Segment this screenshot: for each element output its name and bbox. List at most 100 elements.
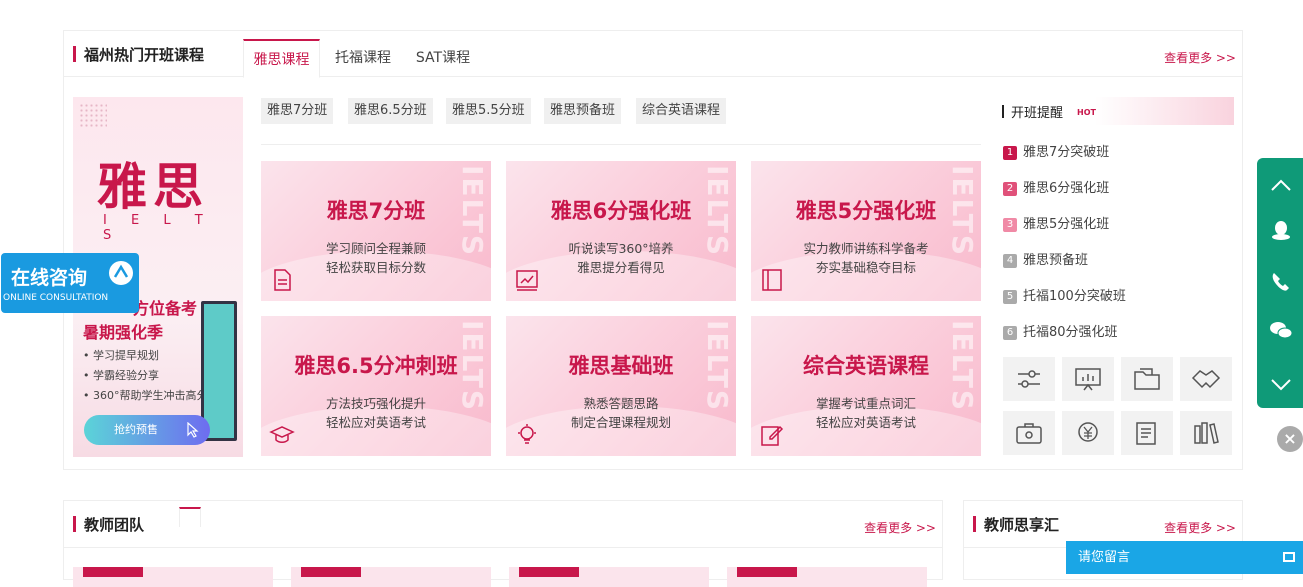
subtag-ielts-6-5[interactable]: 雅思6.5分班 (348, 98, 433, 124)
folder-icon[interactable] (1121, 357, 1173, 401)
online-consult-widget[interactable]: 在线咨询 ONLINE CONSULTATION (1, 253, 139, 313)
divider (261, 144, 981, 145)
reminder-bar (1002, 105, 1004, 118)
share-more-link[interactable]: 查看更多 >> (1164, 519, 1236, 536)
teacher-badge (301, 567, 361, 577)
reminder-item[interactable]: 2 雅思6分强化班 (1003, 177, 1109, 196)
dot-pattern (79, 103, 107, 127)
graduation-cap-icon (269, 426, 295, 443)
reserve-button[interactable]: 抢约预售 (84, 415, 210, 445)
course-card[interactable]: IELTS 雅思5分强化班 实力教师讲练科学备考 夯实基础稳夺目标 (751, 161, 981, 301)
reminder-title: 开班提醒 (1011, 106, 1064, 121)
tab-toefl[interactable]: 托福课程 (328, 39, 398, 78)
teacher-card[interactable] (291, 567, 491, 587)
promo-bullet: • 360°帮助学生冲击高分 (83, 389, 208, 402)
chevron-up-icon[interactable] (1269, 174, 1293, 198)
handshake-icon[interactable] (1180, 357, 1232, 401)
more-link[interactable]: 查看更多 >> (1164, 49, 1236, 66)
presentation-icon[interactable] (1062, 357, 1114, 401)
chevron-down-icon[interactable] (1269, 372, 1293, 396)
close-icon[interactable]: × (1277, 426, 1303, 452)
teacher-badge (83, 567, 143, 577)
course-card-desc: 熟悉答题思路 (583, 396, 659, 411)
lightbulb-icon (518, 424, 536, 444)
course-card-desc: 夯实基础稳夺目标 (815, 260, 916, 275)
book-icon (762, 269, 782, 291)
course-card-desc: 制定合理课程规划 (570, 415, 671, 430)
reminder-item[interactable]: 3 雅思5分强化班 (1003, 213, 1109, 232)
qq-icon[interactable] (1269, 218, 1293, 242)
reminder-item[interactable]: 5 托福100分突破班 (1003, 285, 1126, 304)
course-card[interactable]: IELTS 雅思6.5分冲刺班 方法技巧强化提升 轻松应对英语考试 (261, 316, 491, 456)
title-accent-bar (973, 516, 976, 532)
teachers-title: 教师团队 (84, 516, 145, 534)
course-card-title: 雅思7分班 (326, 199, 426, 223)
teacher-badge (737, 567, 797, 577)
course-card[interactable]: IELTS 雅思6分强化班 听说读写360°培养 雅思提分看得见 (506, 161, 736, 301)
teacher-card[interactable] (73, 567, 273, 587)
tab-indicator (179, 507, 201, 527)
course-card-desc: 学习顾问全程兼顾 (325, 241, 426, 256)
course-card-title: 综合英语课程 (803, 354, 929, 378)
hot-badge: HOT (1075, 107, 1098, 118)
leave-message-bar[interactable]: 请您留言 (1066, 541, 1303, 574)
course-card-desc: 听说读写360°培养 (568, 241, 674, 256)
consult-title: 在线咨询 (11, 267, 88, 289)
course-card-desc: 轻松应对英语考试 (325, 415, 426, 430)
reminder-item[interactable]: 4 雅思预备班 (1003, 249, 1088, 268)
consult-subtitle: ONLINE CONSULTATION (3, 293, 109, 303)
course-card-desc: 方法技巧强化提升 (325, 396, 426, 411)
course-card-title: 雅思基础班 (568, 354, 674, 378)
teacher-card[interactable] (509, 567, 709, 587)
section-title: 福州热门开班课程 (84, 46, 205, 64)
teacher-badge (519, 567, 579, 577)
reminder-item-label: 雅思预备班 (1023, 253, 1089, 268)
yen-coin-icon[interactable] (1062, 411, 1114, 455)
title-accent-bar (73, 516, 76, 532)
rank-badge: 2 (1003, 182, 1017, 196)
phone-icon[interactable] (1269, 270, 1293, 294)
subtag-ielts-5-5[interactable]: 雅思5.5分班 (446, 98, 531, 124)
notes-icon[interactable] (1121, 411, 1173, 455)
side-float-bar (1257, 158, 1303, 408)
subtag-ielts-prep[interactable]: 雅思预备班 (544, 98, 622, 124)
subtag-general-english[interactable]: 综合英语课程 (636, 98, 727, 124)
reminder-item[interactable]: 6 托福80分强化班 (1003, 321, 1118, 340)
cursor-icon (187, 422, 199, 438)
promo-line1: 方位备考 (133, 299, 198, 318)
document-icon (274, 269, 291, 291)
edit-icon (761, 425, 784, 446)
rank-badge: 5 (1003, 290, 1017, 304)
promo-subtitle: I E L T S (103, 213, 213, 243)
reminder-item[interactable]: 1 雅思7分突破班 (1003, 141, 1109, 160)
briefcase-icon[interactable] (1003, 411, 1055, 455)
course-panel-header: 福州热门开班课程 雅思课程 托福课程 SAT课程 查看更多 >> (64, 31, 1242, 78)
course-card-desc: 轻松应对英语考试 (815, 415, 916, 430)
teachers-more-link[interactable]: 查看更多 >> (864, 519, 936, 536)
chat-bubble-icon (109, 261, 133, 285)
tab-sat[interactable]: SAT课程 (408, 39, 478, 78)
share-title: 教师思享汇 (984, 516, 1060, 534)
course-card[interactable]: IELTS 综合英语课程 掌握考试重点词汇 轻松应对英语考试 (751, 316, 981, 456)
settings-sliders-icon[interactable] (1003, 357, 1055, 401)
course-card-title: 雅思6分强化班 (550, 199, 692, 223)
rank-badge: 1 (1003, 146, 1017, 160)
course-card[interactable]: IELTS 雅思7分班 学习顾问全程兼顾 轻松获取目标分数 (261, 161, 491, 301)
teacher-card[interactable] (727, 567, 927, 587)
course-card-title: 雅思6.5分冲刺班 (294, 354, 458, 378)
promo-big-title: 雅思 (97, 157, 209, 216)
reserve-button-label: 抢约预售 (114, 423, 158, 436)
reminder-header: 开班提醒 HOT (1002, 97, 1234, 125)
course-card-desc: 轻松获取目标分数 (325, 260, 426, 275)
course-panel: 福州热门开班课程 雅思课程 托福课程 SAT课程 查看更多 >> 雅思 I E … (63, 30, 1243, 470)
course-card-desc: 雅思提分看得见 (577, 260, 665, 275)
wechat-icon[interactable] (1269, 318, 1293, 342)
maximize-icon[interactable] (1283, 552, 1295, 562)
books-icon[interactable] (1180, 411, 1232, 455)
subtag-ielts-7[interactable]: 雅思7分班 (261, 98, 334, 124)
course-card-desc: 掌握考试重点词汇 (815, 396, 916, 411)
reminder-item-label: 雅思5分强化班 (1023, 217, 1110, 232)
course-card[interactable]: IELTS 雅思基础班 熟悉答题思路 制定合理课程规划 (506, 316, 736, 456)
tab-ielts[interactable]: 雅思课程 (243, 39, 320, 78)
reminder-item-label: 托福100分突破班 (1023, 289, 1126, 304)
